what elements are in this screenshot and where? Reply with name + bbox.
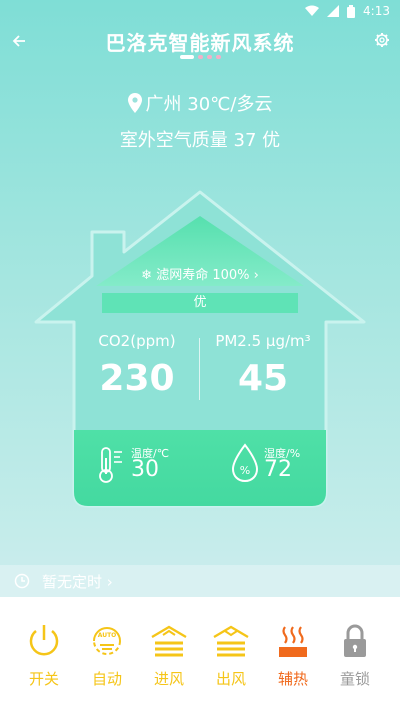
intake-label: 进风 — [153, 670, 184, 688]
intake-button[interactable]: 进风 — [139, 623, 199, 689]
humidity-value: 72 — [264, 457, 292, 482]
page-dot — [215, 55, 221, 59]
snowflake-icon: ❄ — [141, 268, 157, 283]
control-bar: 开关 AUTO 自动 进风 出风 辅热 童锁 — [0, 597, 400, 711]
heat-icon — [279, 626, 307, 657]
page-indicator[interactable] — [0, 55, 400, 59]
heat-button[interactable]: 辅热 — [263, 623, 323, 689]
pm25-label: PM2.5 μg/m³ — [215, 332, 311, 350]
exhaust-icon — [213, 625, 249, 657]
humidity-drop-icon: % — [231, 443, 259, 483]
heat-label: 辅热 — [277, 670, 308, 688]
location-pin-icon — [127, 93, 142, 113]
auto-icon: AUTO — [93, 627, 121, 655]
co2-value: 230 — [99, 358, 175, 399]
page-dot — [206, 55, 212, 59]
power-button[interactable]: 开关 — [14, 623, 74, 689]
co2-label: CO2(ppm) — [98, 332, 176, 350]
house-graphic — [34, 190, 366, 508]
child-lock-button[interactable]: 童锁 — [325, 623, 385, 689]
indoor-quality-badge: 优 — [102, 293, 298, 313]
status-bar: 4:13 — [0, 0, 400, 22]
intake-icon — [151, 625, 187, 657]
svg-text:AUTO: AUTO — [98, 632, 117, 639]
temperature-value: 30 — [131, 457, 159, 482]
auto-button[interactable]: AUTO 自动 — [77, 623, 137, 689]
page-dot-active — [179, 55, 194, 59]
signal-icon — [327, 5, 340, 17]
clock-icon — [14, 573, 30, 589]
child-lock-label: 童锁 — [339, 670, 370, 688]
chevron-right-icon: › — [102, 573, 113, 591]
auto-label: 自动 — [91, 670, 122, 688]
page-title: 巴洛克智能新风系统 — [105, 31, 295, 55]
timer-text: 暂无定时 › — [42, 573, 113, 591]
clock-time: 4:13 — [363, 4, 390, 18]
gear-icon[interactable] — [372, 30, 392, 50]
thermometer-icon — [99, 447, 122, 483]
location-text: 广州 30℃/多云 — [145, 94, 273, 115]
filter-life-link[interactable]: ❄ 滤网寿命 100% › — [0, 264, 400, 283]
chevron-right-icon: › — [249, 268, 259, 283]
page-dot — [197, 55, 203, 59]
filter-life-text: 滤网寿命 100% — [156, 268, 250, 283]
pm25-value: 45 — [237, 358, 289, 399]
outdoor-air-quality: 室外空气质量 37 优 — [119, 130, 281, 151]
battery-icon — [347, 4, 356, 18]
lock-icon — [344, 624, 366, 657]
power-label: 开关 — [28, 670, 59, 688]
exhaust-label: 出风 — [215, 670, 246, 688]
wifi-icon — [305, 5, 320, 16]
location-weather: 广州 30℃/多云 — [0, 90, 400, 116]
svg-text:%: % — [240, 464, 250, 477]
power-icon — [29, 625, 59, 656]
timer-bar[interactable]: 暂无定时 › — [0, 565, 400, 597]
status-icons: 4:13 — [305, 4, 390, 18]
exhaust-button[interactable]: 出风 — [201, 623, 261, 689]
